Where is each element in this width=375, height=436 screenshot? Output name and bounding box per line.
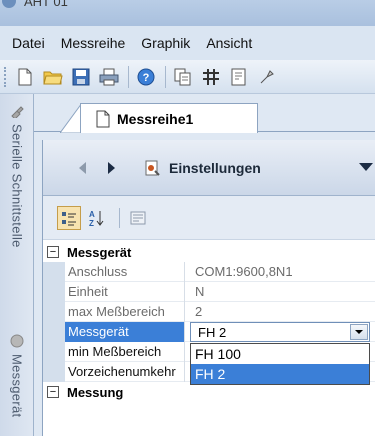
toolbar-separator [128,65,129,88]
dropdown-list: FH 100 FH 2 [190,343,370,385]
dropdown-button[interactable] [350,324,368,340]
property-name: Einheit [65,281,185,302]
window-title: AHT 01 [24,0,68,9]
menu-messreihe[interactable]: Messreihe [61,35,126,51]
device-icon [10,334,24,348]
property-pages-icon [130,211,146,224]
open-folder-icon[interactable] [42,66,64,88]
title-bar: AHT 01 [0,0,375,26]
side-tab-serial[interactable]: Serielle Schnittstelle [6,104,28,248]
row-gutter [43,361,65,382]
new-document-icon[interactable] [14,66,36,88]
categorized-view-button[interactable] [57,205,81,230]
category-row-messung[interactable]: − Messung [43,382,375,402]
sort-az-icon: AZ [89,210,104,227]
print-icon[interactable] [98,66,120,88]
navigation-bar: Einstellungen [43,140,375,196]
menu-datei[interactable]: Datei [12,35,45,51]
menu-bar: Datei Messreihe Graphik Ansicht [0,26,375,60]
toolbar-separator [119,207,120,228]
toolbar: ? [0,60,375,94]
messgeraet-combobox[interactable]: FH 2 [190,322,370,342]
chevron-down-icon [355,330,363,334]
property-toolbar: AZ [43,196,375,240]
menu-ansicht[interactable]: Ansicht [206,35,252,51]
plug-icon [11,106,24,118]
help-icon[interactable]: ? [135,66,157,88]
property-row-anschluss[interactable]: Anschluss COM1:9600,8N1 [43,261,375,282]
combobox-value: FH 2 [198,324,227,340]
categorized-icon [62,211,76,225]
property-grid: − Messgerät Anschluss COM1:9600,8N1 Einh… [43,242,375,402]
save-icon[interactable] [70,66,92,88]
document-icon [96,110,110,127]
property-value[interactable]: N [185,282,204,302]
property-name: Vorzeichenumkehr [65,361,185,382]
property-value[interactable]: COM1:9600,8N1 [185,262,293,282]
property-row-einheit[interactable]: Einheit N [43,281,375,302]
side-tab-label: Serielle Schnittstelle [9,124,25,248]
collapse-icon[interactable]: − [47,246,59,258]
row-gutter [43,301,65,322]
category-label: Messgerät [67,244,132,260]
toolbar-separator [165,65,166,88]
side-tab-label: Messgerät [9,354,25,418]
side-panel: Serielle Schnittstelle Messgerät [0,94,34,436]
tab-label: Messreihe1 [117,110,194,127]
settings-page-icon [145,160,160,176]
toolbar-grip[interactable] [4,66,8,87]
menu-graphik[interactable]: Graphik [141,35,190,51]
row-gutter [43,321,65,342]
side-tab-device[interactable]: Messgerät [6,334,28,417]
category-row-messgeraet[interactable]: − Messgerät [43,242,375,262]
nav-title: Einstellungen [169,159,261,176]
copy-icon[interactable] [172,66,194,88]
svg-text:Z: Z [89,219,94,227]
row-gutter [43,261,65,282]
settings-icon[interactable] [256,66,278,88]
property-name: min Meßbereich [65,341,185,362]
grid-icon[interactable] [200,66,222,88]
property-name: max Meßbereich [65,301,185,322]
property-name: Anschluss [65,261,185,282]
row-gutter [43,341,65,362]
dropdown-option-fh2[interactable]: FH 2 [191,364,369,384]
settings-panel: Einstellungen AZ − Messgerät Anschluss C… [42,140,375,436]
back-arrow-icon[interactable] [73,159,91,177]
property-row-messgeraet[interactable]: Messgerät FH 2 FH 100 FH 2 [43,321,375,385]
property-pages-button[interactable] [126,206,150,230]
property-row-max-messbereich[interactable]: max Meßbereich 2 [43,301,375,322]
dropdown-option-fh100[interactable]: FH 100 [191,344,369,364]
chevron-down-icon[interactable] [356,160,375,174]
property-name: Messgerät [65,321,185,342]
row-gutter [43,281,65,302]
collapse-icon[interactable]: − [47,386,59,398]
app-icon [2,0,16,8]
property-value[interactable]: 2 [185,302,202,322]
document-tab-strip: Messreihe1 [34,94,375,133]
export-icon[interactable] [228,66,250,88]
svg-text:?: ? [143,72,150,84]
svg-text:A: A [89,210,95,219]
forward-arrow-icon[interactable] [103,159,121,177]
alphabetical-sort-button[interactable]: AZ [85,206,109,230]
tab-messreihe1[interactable]: Messreihe1 [80,103,258,133]
category-label: Messung [67,384,124,400]
